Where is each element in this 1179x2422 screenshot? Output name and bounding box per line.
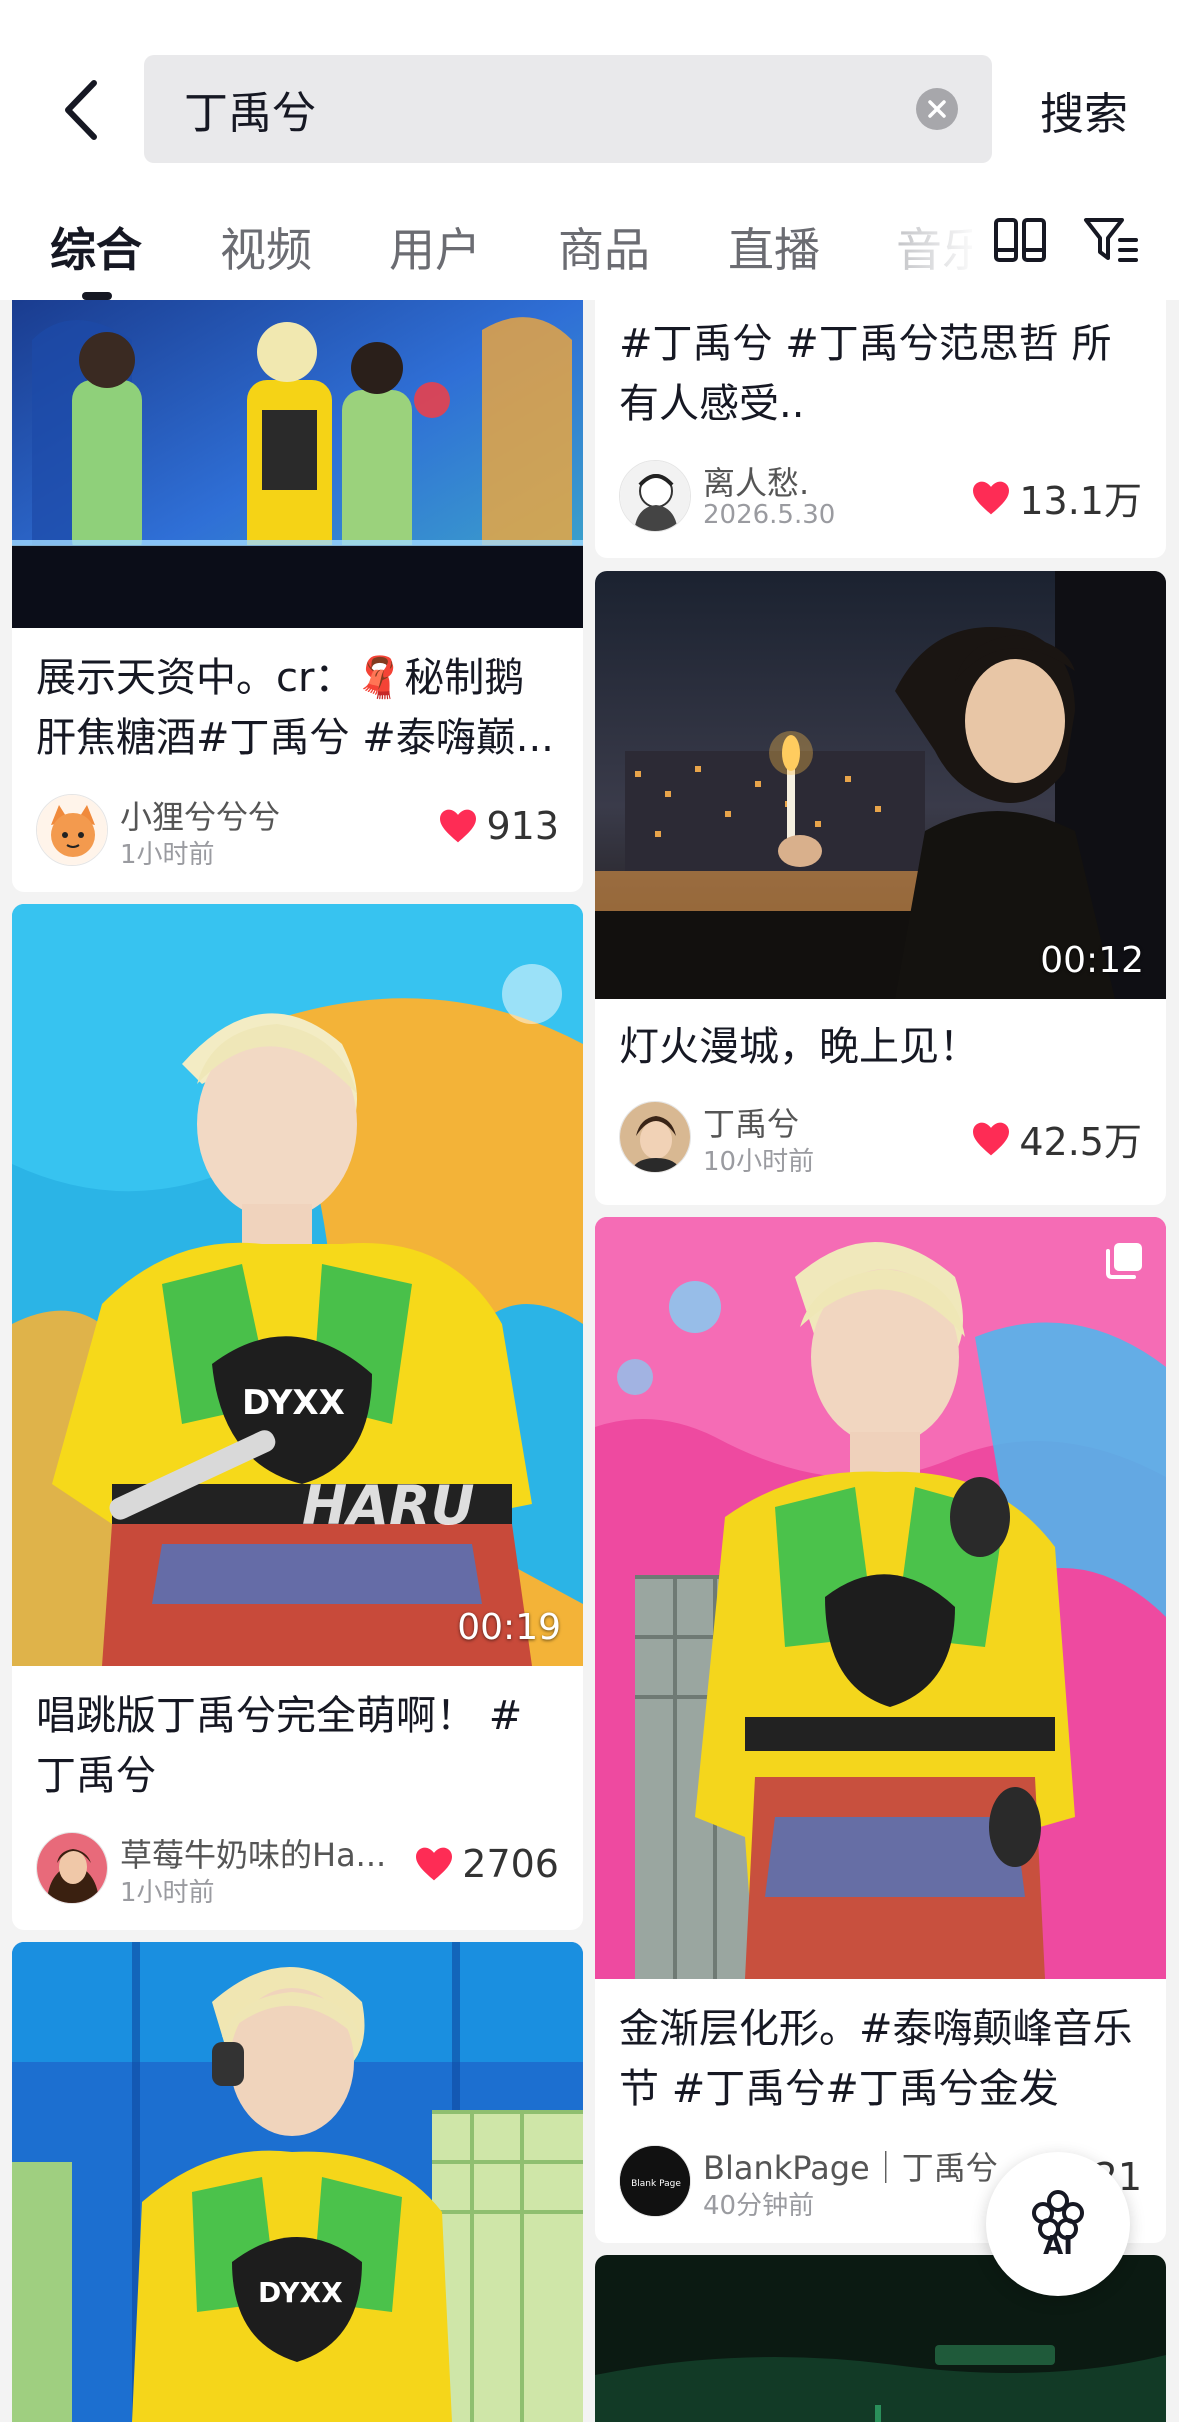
- clear-search-button[interactable]: [916, 88, 958, 130]
- svg-text:HARU: HARU: [302, 1474, 474, 1537]
- author-name[interactable]: BlankPage｜丁禹兮: [703, 2143, 998, 2189]
- feed-card[interactable]: DYXX: [12, 1942, 583, 2422]
- multi-image-icon: [1106, 1243, 1142, 1279]
- like-count[interactable]: 913: [438, 804, 559, 848]
- feed-card[interactable]: 00:12 灯火漫城，晚上见！ 丁禹兮 10小时前 42.5万: [595, 571, 1166, 1205]
- author-row: 丁禹兮 10小时前 42.5万: [619, 1097, 1142, 1177]
- video-duration: 00:19: [457, 1607, 561, 1648]
- tabs-fade-overlay: [880, 200, 980, 290]
- card-caption: 灯火漫城，晚上见！: [619, 1024, 979, 1070]
- author-row: 草莓牛奶味的Ha... 1小时前 2706: [36, 1828, 559, 1908]
- author-name[interactable]: 草莓牛奶味的Ha...: [120, 1830, 386, 1876]
- svg-text:DYXX: DYXX: [242, 1383, 345, 1423]
- like-count[interactable]: 2706: [414, 1842, 559, 1886]
- post-time: 1小时前: [120, 840, 215, 870]
- video-thumbnail: 00:12: [595, 571, 1166, 999]
- author-row: 离人愁. 2026.5.30 13.1万: [619, 456, 1142, 536]
- avatar[interactable]: [36, 794, 108, 866]
- card-caption: 展示天资中。cr：🧣秘制鹅肝焦糖酒#丁禹兮 #泰嗨巅...: [36, 655, 554, 761]
- ai-label: AI: [1043, 2231, 1073, 2261]
- feed-card[interactable]: DYXX HARU 00:19 唱跳版丁禹兮完全萌啊！ #丁禹兮 草莓牛奶味的H…: [12, 904, 583, 1930]
- svg-text:Blank Page: Blank Page: [631, 2179, 681, 2189]
- search-button[interactable]: 搜索: [1040, 78, 1128, 142]
- feed-card[interactable]: 金渐层化形。#泰嗨颠峰音乐节 #丁禹兮#丁禹兮金发 Blank Page Bla…: [595, 1217, 1166, 2243]
- like-count[interactable]: 13.1万: [971, 470, 1142, 525]
- video-thumbnail: DYXX: [12, 1942, 583, 2422]
- tab-users[interactable]: 用户: [389, 214, 481, 280]
- video-thumbnail: DYXX HARU 00:19: [12, 904, 583, 1666]
- author-name[interactable]: 丁禹兮: [703, 1099, 799, 1145]
- post-time: 40分钟前: [703, 2191, 815, 2221]
- avatar[interactable]: [619, 460, 691, 532]
- chevron-left-icon: [65, 80, 97, 140]
- back-button[interactable]: [50, 70, 110, 150]
- author-row: 小狸兮兮兮 1小时前 913: [36, 790, 559, 870]
- avatar[interactable]: Blank Page: [619, 2145, 691, 2217]
- tab-products[interactable]: 商品: [558, 214, 650, 280]
- card-caption: 金渐层化形。#泰嗨颠峰音乐节 #丁禹兮#丁禹兮金发: [619, 2006, 1133, 2112]
- post-time: 2026.5.30: [703, 500, 836, 530]
- search-input[interactable]: [184, 55, 884, 163]
- feed-card[interactable]: #丁禹兮 #丁禹兮范思哲 所有人感受.. 离人愁. 2026.5.30 13.1…: [595, 300, 1166, 558]
- card-caption: #丁禹兮 #丁禹兮范思哲 所有人感受..: [619, 321, 1112, 427]
- filter-icon[interactable]: [1082, 214, 1140, 266]
- tab-comprehensive[interactable]: 综合: [50, 214, 142, 280]
- ai-assistant-button[interactable]: AI: [986, 2152, 1130, 2296]
- svg-text:DYXX: DYXX: [258, 2276, 343, 2309]
- avatar[interactable]: [36, 1832, 108, 1904]
- image-thumbnail: [595, 1217, 1166, 1979]
- heart-icon: [973, 481, 1010, 514]
- video-thumbnail: [12, 300, 583, 628]
- tab-video[interactable]: 视频: [220, 214, 312, 280]
- card-caption: 唱跳版丁禹兮完全萌啊！ #丁禹兮: [36, 1693, 523, 1799]
- avatar[interactable]: [619, 1101, 691, 1173]
- video-duration: 00:12: [1040, 940, 1144, 981]
- double-column-layout-icon[interactable]: [992, 214, 1048, 266]
- clear-circle-icon: [928, 100, 946, 118]
- search-box[interactable]: [144, 55, 992, 163]
- feed-card[interactable]: 展示天资中。cr：🧣秘制鹅肝焦糖酒#丁禹兮 #泰嗨巅... 小狸兮兮兮 1小时前…: [12, 300, 583, 892]
- author-name[interactable]: 离人愁.: [703, 458, 809, 504]
- like-count[interactable]: 42.5万: [971, 1111, 1142, 1166]
- active-tab-indicator: [82, 292, 112, 300]
- post-time: 1小时前: [120, 1878, 215, 1908]
- heart-icon: [440, 809, 477, 843]
- heart-icon: [973, 1122, 1010, 1155]
- tab-live[interactable]: 直播: [728, 214, 820, 280]
- author-name[interactable]: 小狸兮兮兮: [120, 792, 280, 838]
- heart-icon: [416, 1847, 453, 1881]
- post-time: 10小时前: [703, 1147, 815, 1177]
